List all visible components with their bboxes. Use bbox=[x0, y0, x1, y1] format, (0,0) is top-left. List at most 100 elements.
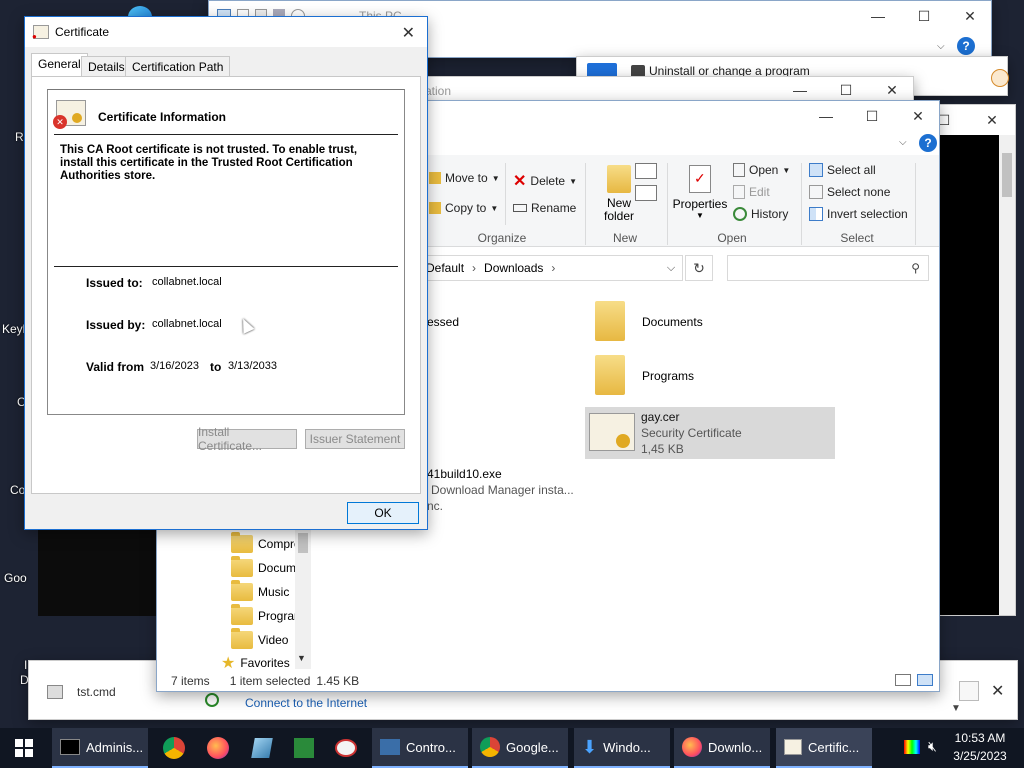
large-icons-view-icon[interactable] bbox=[917, 674, 933, 686]
edit-button[interactable]: Edit bbox=[733, 185, 770, 199]
refresh-icon[interactable]: ↻ bbox=[685, 255, 713, 281]
error-icon: ✕ bbox=[53, 115, 67, 129]
help-icon[interactable]: ? bbox=[957, 37, 975, 55]
desktop-label[interactable]: Goo bbox=[4, 571, 27, 585]
breadcrumb-default[interactable]: Default bbox=[426, 261, 464, 275]
issuer-statement-button[interactable]: Issuer Statement bbox=[305, 429, 405, 449]
firefox-icon[interactable] bbox=[198, 728, 238, 768]
folder-icon bbox=[231, 604, 253, 625]
select-none-button[interactable]: Select none bbox=[809, 185, 890, 199]
clock-time[interactable]: 10:53 AM bbox=[944, 731, 1016, 745]
desktop-label[interactable]: Keyl bbox=[2, 322, 25, 336]
nav-item-favorites[interactable]: ★ Favorites bbox=[221, 653, 290, 673]
file-name[interactable]: 41build10.exe bbox=[427, 467, 502, 481]
download-arrow-icon: ⬇ bbox=[582, 736, 598, 757]
chrome-icon[interactable] bbox=[154, 728, 194, 768]
address-dropdown-icon[interactable]: ⌵ bbox=[659, 255, 683, 281]
help-icon[interactable]: ? bbox=[919, 134, 937, 152]
file-item-programs[interactable]: Programs bbox=[587, 355, 837, 399]
dropdown-arrow-icon: ▼ bbox=[569, 176, 578, 186]
volume-muted-icon[interactable]: 🔇︎ bbox=[928, 738, 937, 755]
scrollbar-thumb[interactable] bbox=[298, 533, 308, 553]
maximize-button[interactable]: ☐ bbox=[901, 1, 947, 31]
taskbar-item-chrome[interactable]: Google... bbox=[472, 728, 568, 768]
taskbar-label: Contro... bbox=[406, 739, 456, 755]
close-button[interactable]: ✕ bbox=[402, 23, 415, 43]
easy-access-icon[interactable] bbox=[635, 185, 657, 201]
invert-selection-button[interactable]: Invert selection bbox=[809, 207, 908, 221]
invert-selection-label: Invert selection bbox=[827, 207, 908, 221]
console-area[interactable] bbox=[38, 528, 158, 616]
delete-button[interactable]: ✕ Delete ▼ bbox=[513, 171, 577, 191]
move-to-button[interactable]: Move to ▼ bbox=[429, 171, 500, 185]
history-button[interactable]: History bbox=[733, 207, 788, 221]
new-item-icon[interactable] bbox=[635, 163, 657, 179]
scrollbar-thumb[interactable] bbox=[1002, 153, 1012, 197]
close-button[interactable]: ✕ bbox=[969, 105, 1015, 135]
expand-button[interactable] bbox=[959, 681, 979, 701]
nav-item[interactable]: Video bbox=[231, 628, 288, 649]
properties-button[interactable]: ✓ Properties ▼ bbox=[671, 163, 729, 229]
nav-label: Favorites bbox=[240, 656, 290, 670]
chevron-down-icon[interactable]: ⌵ bbox=[937, 41, 945, 52]
taskbar-item-certificate[interactable]: Certific... bbox=[776, 728, 872, 768]
chevron-right-icon: › bbox=[472, 261, 477, 275]
connect-link[interactable]: Connect to the Internet bbox=[245, 696, 367, 710]
certificate-info-box: ✕ Certificate Information This CA Root c… bbox=[47, 89, 405, 415]
taskbar-item-terminal[interactable]: Adminis... bbox=[52, 728, 148, 768]
address-bar[interactable]: Default › Downloads › bbox=[423, 255, 683, 281]
file-item-certificate[interactable]: gay.cer Security Certificate 1,45 KB bbox=[585, 407, 835, 459]
rename-icon bbox=[513, 204, 527, 212]
file-name[interactable]: essed bbox=[427, 315, 459, 329]
open-button[interactable]: Open ▼ bbox=[733, 163, 790, 177]
install-certificate-button[interactable]: Install Certificate... bbox=[197, 425, 297, 453]
taskbar-item-windows[interactable]: ⬇ Windo... bbox=[574, 728, 670, 768]
chart-app-icon[interactable] bbox=[284, 728, 324, 768]
display-settings-icon[interactable] bbox=[904, 740, 920, 754]
file-item-documents[interactable]: Documents bbox=[587, 301, 837, 345]
paint-icon[interactable] bbox=[326, 728, 366, 768]
copy-to-button[interactable]: Copy to ▼ bbox=[429, 201, 498, 215]
chevron-down-icon[interactable]: ⌵ bbox=[899, 137, 907, 148]
rename-button[interactable]: Rename bbox=[513, 201, 576, 215]
tab-certification-path[interactable]: Certification Path bbox=[125, 56, 231, 76]
breadcrumb-downloads[interactable]: Downloads bbox=[484, 261, 543, 275]
minimize-button[interactable]: — bbox=[855, 1, 901, 31]
nav-item[interactable]: Docume bbox=[231, 556, 303, 577]
close-button[interactable]: ✕ bbox=[947, 1, 993, 31]
scrollbar[interactable]: ▼ bbox=[295, 529, 311, 669]
folder-icon bbox=[231, 532, 253, 553]
desktop-label[interactable]: I bbox=[24, 658, 27, 672]
close-button[interactable]: ✕ bbox=[895, 101, 941, 131]
seal-icon bbox=[72, 113, 82, 123]
network-icon bbox=[205, 693, 219, 707]
taskbar-item-downloads[interactable]: Downlo... bbox=[674, 728, 770, 768]
user-icon[interactable] bbox=[991, 69, 1009, 87]
scrollbar[interactable] bbox=[999, 135, 1015, 615]
taskbar-label: Windo... bbox=[603, 739, 651, 755]
scroll-down-icon[interactable]: ▼ bbox=[951, 703, 961, 714]
ok-button[interactable]: OK bbox=[347, 502, 419, 524]
seal-icon bbox=[616, 434, 630, 448]
taskbar-item-control-panel[interactable]: Contro... bbox=[372, 728, 468, 768]
nav-item[interactable]: Program bbox=[231, 604, 304, 625]
taskbar-label: Certific... bbox=[808, 739, 860, 755]
nav-item[interactable]: Music bbox=[231, 580, 290, 601]
maximize-button[interactable]: ☐ bbox=[849, 101, 895, 131]
details-view-icon[interactable] bbox=[895, 674, 911, 686]
search-input[interactable]: ⚲ bbox=[727, 255, 929, 281]
scroll-down-icon[interactable]: ▼ bbox=[297, 653, 306, 663]
file-name[interactable]: tst.cmd bbox=[77, 685, 116, 699]
tab-general[interactable]: General bbox=[31, 53, 88, 77]
desktop-label[interactable]: R bbox=[15, 130, 24, 144]
start-button[interactable] bbox=[4, 728, 44, 768]
properties-label: Properties bbox=[672, 197, 728, 211]
clock-date[interactable]: 3/25/2023 bbox=[944, 749, 1016, 763]
nav-label: Music bbox=[258, 585, 290, 599]
close-icon[interactable]: ✕ bbox=[991, 681, 1004, 701]
app-icon[interactable] bbox=[242, 728, 282, 768]
select-none-label: Select none bbox=[827, 185, 891, 199]
minimize-button[interactable]: — bbox=[803, 101, 849, 131]
folder-icon bbox=[595, 301, 625, 341]
select-all-button[interactable]: Select all bbox=[809, 163, 876, 177]
